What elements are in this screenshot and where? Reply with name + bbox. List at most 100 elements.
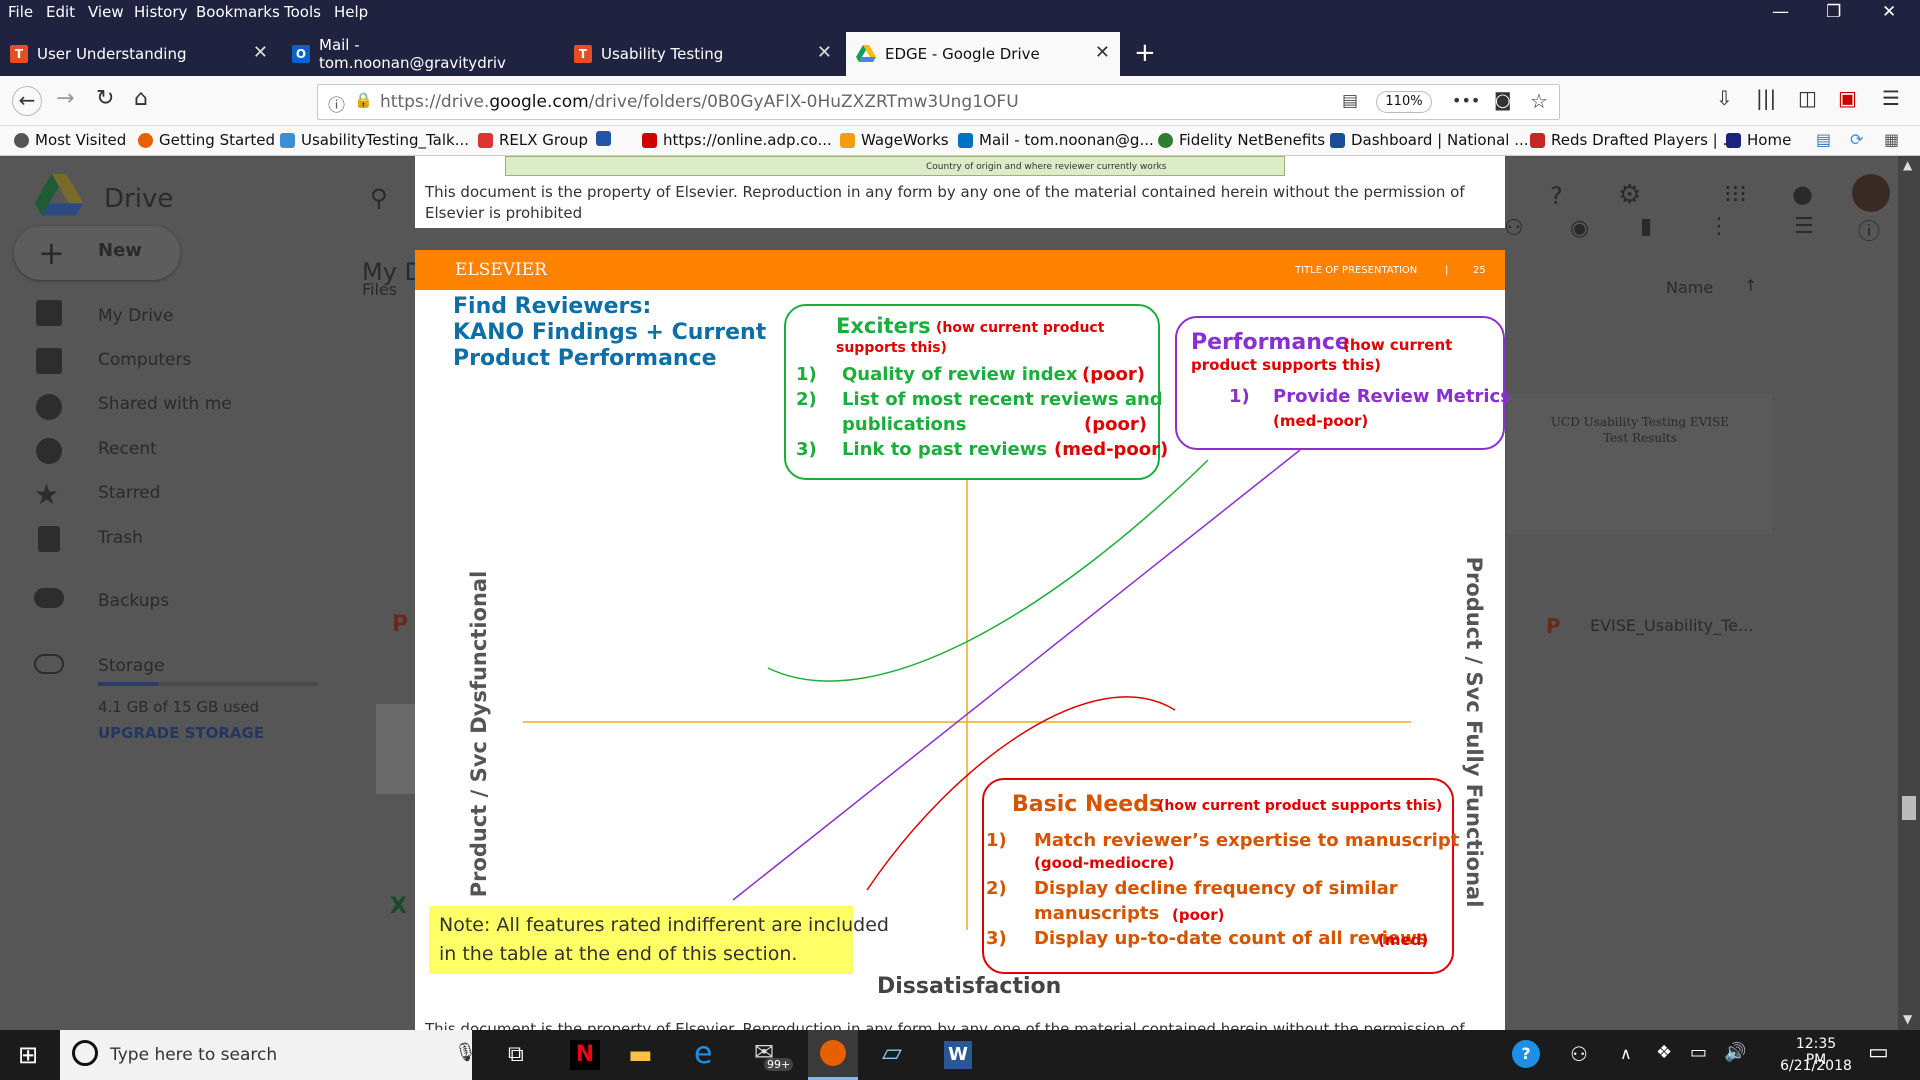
reload-icon[interactable]: ↻: [96, 86, 114, 111]
page-actions-icon[interactable]: •••: [1452, 91, 1480, 110]
address-bar[interactable]: ⓘ 🔒 https://drive.google.com/drive/folde…: [317, 84, 1560, 120]
bookmark-item[interactable]: Mail - tom.noonan@g...: [958, 131, 1154, 149]
show-hidden-icons[interactable]: ∧: [1620, 1044, 1632, 1063]
hamburger-menu-icon[interactable]: ☰: [1882, 86, 1900, 110]
photos-app-icon[interactable]: ▱: [882, 1038, 902, 1068]
windows-start-icon[interactable]: ⊞: [18, 1041, 38, 1069]
name-column-header[interactable]: Name: [1666, 278, 1713, 297]
scroll-thumb[interactable]: [1902, 796, 1916, 820]
bookmark-item[interactable]: Reds Drafted Players | ...: [1530, 131, 1737, 149]
bookmark-item[interactable]: https://online.adp.co...: [642, 131, 832, 149]
scroll-up-icon[interactable]: ▲: [1903, 158, 1912, 172]
microphone-icon[interactable]: 🎙: [454, 1042, 477, 1063]
forward-icon[interactable]: →: [56, 86, 74, 111]
list-view-icon[interactable]: ☰: [1794, 214, 1814, 239]
bookmark-item[interactable]: [596, 131, 617, 146]
mail-app-icon[interactable]: ✉ 99+: [752, 1038, 794, 1072]
upgrade-storage-link[interactable]: UPGRADE STORAGE: [98, 724, 264, 742]
bookmark-item[interactable]: Home: [1726, 131, 1791, 149]
close-tab-icon[interactable]: ✕: [817, 42, 832, 63]
tab-user-understanding[interactable]: T User Understanding ✕: [0, 32, 278, 76]
menu-help[interactable]: Help: [334, 3, 368, 21]
screenshot-icon[interactable]: ▦: [1884, 130, 1899, 149]
action-center-icon[interactable]: ▭: [1868, 1040, 1889, 1065]
sidebar-item-storage[interactable]: Storage: [98, 656, 165, 676]
search-box[interactable]: Type here to search 🎙: [60, 1030, 477, 1080]
sidebar-item-my-drive[interactable]: My Drive: [98, 306, 173, 326]
tab-usability-testing[interactable]: T Usability Testing ✕: [564, 32, 842, 76]
tab-mail[interactable]: O Mail - tom.noonan@gravitydriv: [282, 32, 560, 76]
bookmark-star-icon[interactable]: ☆: [1530, 89, 1548, 113]
sync-icon[interactable]: ⟳: [1850, 130, 1863, 149]
avatar[interactable]: [1852, 174, 1890, 212]
spreadsheet-thumbnail[interactable]: [376, 704, 416, 794]
sort-arrow-icon[interactable]: ↑: [1744, 276, 1757, 295]
apps-grid-icon[interactable]: ⁝⁝⁝: [1724, 180, 1747, 208]
bookmark-item[interactable]: Fidelity NetBenefits: [1158, 131, 1325, 149]
new-button[interactable]: + New: [14, 226, 180, 280]
back-icon[interactable]: ←: [12, 86, 42, 116]
clock-date[interactable]: 6/21/2018: [1776, 1058, 1856, 1074]
file-thumbnail[interactable]: UCD Usability Testing EVISE Test Results: [1508, 394, 1772, 534]
sidebar-item-trash[interactable]: Trash: [98, 528, 143, 548]
people-icon[interactable]: ⚇: [1570, 1042, 1588, 1066]
firefox-taskbar-item[interactable]: [808, 1030, 858, 1080]
word-icon[interactable]: W: [944, 1041, 972, 1069]
reader-view-icon[interactable]: ▤: [1342, 91, 1358, 111]
sidebar-icon[interactable]: ◫: [1798, 86, 1817, 110]
preview-eye-icon[interactable]: ◉: [1570, 216, 1589, 241]
minimize-icon[interactable]: —: [1772, 2, 1789, 22]
info-icon[interactable]: ⓘ: [328, 91, 345, 116]
sidebar-item-backups[interactable]: Backups: [98, 591, 169, 611]
more-vert-icon[interactable]: ⋮: [1708, 214, 1730, 239]
help-tray-icon[interactable]: ?: [1512, 1040, 1540, 1068]
bookmark-item[interactable]: Dashboard | National ...: [1330, 131, 1529, 149]
battery-icon[interactable]: ▭: [1690, 1042, 1707, 1063]
tab-edge-google-drive[interactable]: EDGE - Google Drive ✕: [846, 32, 1120, 76]
close-tab-icon[interactable]: ✕: [253, 42, 268, 63]
zoom-level[interactable]: 110%: [1376, 91, 1432, 113]
file-name[interactable]: EVISE_Usability_Te...: [1590, 616, 1753, 635]
menu-edit[interactable]: Edit: [46, 3, 75, 21]
scrollbar[interactable]: ▲ ▼: [1898, 156, 1920, 1030]
netflix-icon[interactable]: N: [570, 1040, 600, 1070]
restore-icon[interactable]: ❐: [1826, 2, 1841, 22]
dropbox-icon[interactable]: ❖: [1656, 1042, 1672, 1063]
sidebar-item-shared[interactable]: Shared with me: [98, 394, 232, 414]
sidebar-item-recent[interactable]: Recent: [98, 439, 157, 459]
search-icon[interactable]: ⚲: [370, 184, 388, 212]
menu-view[interactable]: View: [88, 3, 124, 21]
close-tab-icon[interactable]: ✕: [1095, 42, 1110, 63]
file-explorer-icon[interactable]: ▬: [628, 1040, 653, 1070]
info-details-icon[interactable]: ⓘ: [1858, 214, 1880, 246]
sidebar-item-starred[interactable]: Starred: [98, 483, 160, 503]
home-icon[interactable]: ⌂: [134, 86, 148, 111]
task-view-icon[interactable]: ⧉: [508, 1042, 524, 1067]
menu-bookmarks[interactable]: Bookmarks: [196, 3, 280, 21]
bookmark-item[interactable]: Most Visited: [14, 131, 126, 149]
add-person-icon[interactable]: ⚇: [1504, 216, 1524, 241]
bookmark-item[interactable]: UsabilityTesting_Talk...: [280, 131, 469, 149]
delete-icon[interactable]: ▮: [1640, 214, 1652, 239]
pocket-icon[interactable]: ◙: [1494, 90, 1511, 111]
sidebar-item-computers[interactable]: Computers: [98, 350, 191, 370]
notifications-icon[interactable]: ●: [1792, 180, 1813, 208]
library-icon[interactable]: |||: [1756, 86, 1776, 110]
menu-file[interactable]: File: [8, 3, 33, 21]
bookmark-item[interactable]: Getting Started: [138, 131, 275, 149]
menu-tools[interactable]: Tools: [284, 3, 321, 21]
bookmark-item[interactable]: WageWorks: [840, 131, 949, 149]
note-icon[interactable]: ▤: [1816, 130, 1831, 149]
help-icon[interactable]: ?: [1550, 182, 1563, 210]
bookmark-item[interactable]: RELX Group: [478, 131, 588, 149]
new-tab-icon[interactable]: +: [1134, 38, 1156, 68]
scroll-down-icon[interactable]: ▼: [1903, 1012, 1912, 1026]
extension-icon[interactable]: ▣: [1838, 86, 1857, 110]
close-window-icon[interactable]: ✕: [1882, 2, 1896, 22]
menu-history[interactable]: History: [134, 3, 187, 21]
reds-icon: [1530, 132, 1545, 148]
volume-icon[interactable]: 🔊: [1724, 1042, 1746, 1063]
settings-gear-icon[interactable]: ⚙: [1618, 180, 1641, 210]
download-icon[interactable]: ⇩: [1716, 86, 1733, 110]
edge-icon[interactable]: e: [694, 1036, 712, 1071]
